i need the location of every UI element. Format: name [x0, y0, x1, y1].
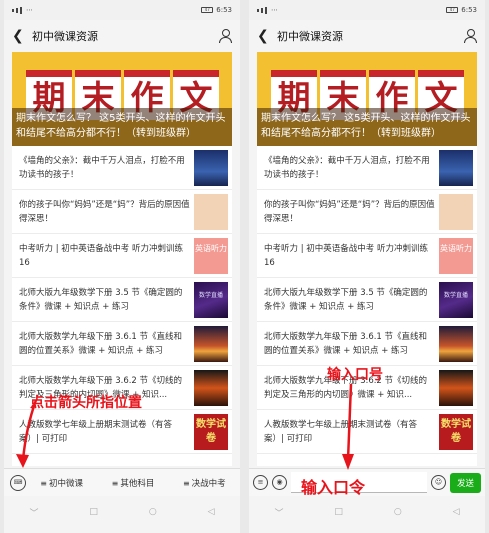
- list-item[interactable]: 你的孩子叫你“妈妈”还是“妈”？背后的原因值得深思！: [12, 190, 232, 234]
- item-title: 你的孩子叫你“妈妈”还是“妈”？背后的原因值得深思！: [19, 199, 190, 224]
- nav-down-icon[interactable]: ﹀: [29, 506, 38, 519]
- nav-home-icon[interactable]: ○: [149, 507, 157, 517]
- menu-icon: ≡: [182, 478, 190, 488]
- banner-article[interactable]: 期 末 作 文 期末作文怎么写？ 这5类开头、这样的作文开头和结尾不给高分都不行…: [12, 52, 232, 146]
- item-title: 中考听力 | 初中英语备战中考 听力冲刺训练 16: [19, 243, 183, 268]
- back-arrow-icon[interactable]: ❮: [257, 28, 271, 44]
- input-bar: ≡ ◉ ☺ 发送: [249, 468, 485, 496]
- thumbnail: [194, 149, 228, 186]
- item-title: 中考听力 | 初中英语备战中考 听力冲刺训练 16: [264, 243, 428, 268]
- item-title: 人教版数学七年级上册期末测试卷（有答案）| 可打印: [19, 419, 173, 444]
- menu-icon: ≡: [111, 478, 119, 488]
- menu-item-1[interactable]: ≡ 初中微课: [26, 477, 97, 489]
- android-nav-bar: ﹀ □ ○ ◁: [4, 500, 240, 524]
- nav-back-icon[interactable]: ◁: [453, 507, 460, 517]
- item-title: 《墙角的父亲》：截中千万人泪点，打脸不用功读书的孩子！: [19, 155, 185, 180]
- send-button[interactable]: 发送: [449, 472, 481, 493]
- phone-screen-left: ⋯ 47 6:53 ❮ 初中微课资源 期 末 作 文 期末作文怎么写？ 这5类开…: [4, 0, 240, 533]
- thumbnail: 数学直播: [439, 281, 473, 318]
- list-item[interactable]: 《墙角的父亲》：截中千万人泪点，打脸不用功读书的孩子！: [257, 146, 477, 190]
- battery-icon: 47: [446, 7, 459, 13]
- battery-icon: 47: [201, 7, 214, 13]
- banner-title: 期末作文怎么写？ 这5类开头、这样的作文开头和结尾不给高分都不行！（转到班级群）: [16, 113, 226, 139]
- banner-article[interactable]: 期 末 作 文 期末作文怎么写？ 这5类开头、这样的作文开头和结尾不给高分都不行…: [257, 52, 477, 146]
- annotation-text: 点击箭头所指位置: [30, 395, 142, 411]
- item-title: 北师大版数学九年级下册 3.6.1 节《直线和圆的位置关系》微课 + 知识点 +…: [19, 331, 183, 356]
- list-item[interactable]: 北师大版九年级数学下册 3.5 节《确定圆的条件》微课 + 知识点 + 练习 数…: [257, 278, 477, 322]
- thumbnail: 数学试卷: [439, 413, 473, 450]
- back-arrow-icon[interactable]: ❮: [12, 28, 26, 44]
- annotation-text-top: 输入口号: [327, 367, 383, 383]
- android-nav-bar: ﹀ □ ○ ◁: [249, 500, 485, 524]
- nav-home-icon[interactable]: ○: [394, 507, 402, 517]
- list-item[interactable]: 人教版数学七年级上册期末测试卷（有答案）| 可打印 数学试卷: [257, 410, 477, 454]
- menu-item-2[interactable]: ≡ 其他科目: [97, 477, 168, 489]
- status-time: 6:53: [461, 6, 477, 14]
- list-item[interactable]: 北师大版数学九年级下册 3.6.1 节《直线和圆的位置关系》微课 + 知识点 +…: [257, 322, 477, 366]
- thumbnail: 英语听力: [194, 237, 228, 274]
- thumbnail: [194, 369, 228, 406]
- voice-icon[interactable]: ◉: [272, 475, 287, 490]
- item-title: 北师大版九年级数学下册 3.5 节《确定圆的条件》微课 + 知识点 + 练习: [264, 287, 428, 312]
- list-item[interactable]: 《墙角的父亲》：截中千万人泪点，打脸不用功读书的孩子！: [12, 146, 232, 190]
- item-title: 你的孩子叫你“妈妈”还是“妈”？背后的原因值得深思！: [264, 199, 435, 224]
- bottom-menu-bar: ⌨ ≡ 初中微课 ≡ 其他科目 ≡ 决战中考: [4, 468, 240, 496]
- nav-square-icon[interactable]: □: [89, 507, 98, 517]
- list-item[interactable]: 人教版数学七年级上册期末测试卷（有答案）| 可打印 数学试卷: [12, 410, 232, 454]
- title-bar: ❮ 初中微课资源: [4, 20, 240, 52]
- nav-back-icon[interactable]: ◁: [208, 507, 215, 517]
- list-item[interactable]: 北师大版九年级数学下册 3.5 节《确定圆的条件》微课 + 知识点 + 练习 数…: [12, 278, 232, 322]
- thumbnail: [194, 193, 228, 230]
- thumbnail: 数学直播: [194, 281, 228, 318]
- list-item[interactable]: 北师大版数学九年级下册 3.6.1 节《直线和圆的位置关系》微课 + 知识点 +…: [12, 322, 232, 366]
- profile-icon[interactable]: [463, 29, 477, 43]
- keyboard-toggle-icon[interactable]: ⌨: [10, 474, 26, 491]
- banner-title: 期末作文怎么写？ 这5类开头、这样的作文开头和结尾不给高分都不行！（转到班级群）: [261, 113, 471, 139]
- profile-icon[interactable]: [218, 29, 232, 43]
- signal-icon: ⋯: [12, 6, 33, 14]
- nav-down-icon[interactable]: ﹀: [274, 506, 283, 519]
- page-title: 初中微课资源: [32, 30, 98, 43]
- status-time: 6:53: [216, 6, 232, 14]
- annotation-text-bottom: 输入口令: [301, 478, 366, 497]
- list-item[interactable]: 你的孩子叫你“妈妈”还是“妈”？背后的原因值得深思！: [257, 190, 477, 234]
- item-title: 北师大版数学九年级下册 3.6.1 节《直线和圆的位置关系》微课 + 知识点 +…: [264, 331, 428, 356]
- article-card: 期 末 作 文 期末作文怎么写？ 这5类开头、这样的作文开头和结尾不给高分都不行…: [257, 52, 477, 466]
- thumbnail: [194, 325, 228, 362]
- thumbnail: [439, 149, 473, 186]
- annotation-arrow-icon: [16, 399, 38, 468]
- thumbnail: 英语听力: [439, 237, 473, 274]
- phone-screen-right: ⋯ 47 6:53 ❮ 初中微课资源 期 末 作 文 期末作文怎么写？ 这5类开…: [249, 0, 485, 533]
- signal-icon: ⋯: [257, 6, 278, 14]
- item-title: 北师大版九年级数学下册 3.5 节《确定圆的条件》微课 + 知识点 + 练习: [19, 287, 183, 312]
- menu-icon: ≡: [40, 478, 47, 488]
- menu-toggle-icon[interactable]: ≡: [253, 475, 268, 490]
- list-item[interactable]: 中考听力 | 初中英语备战中考 听力冲刺训练 16 英语听力: [257, 234, 477, 278]
- nav-square-icon[interactable]: □: [334, 507, 343, 517]
- thumbnail: [439, 325, 473, 362]
- status-bar: ⋯ 47 6:53: [249, 0, 485, 20]
- page-title: 初中微课资源: [277, 30, 343, 43]
- thumbnail: [439, 369, 473, 406]
- emoji-icon[interactable]: ☺: [430, 475, 446, 490]
- thumbnail: 数学试卷: [194, 413, 228, 450]
- thumbnail: [439, 193, 473, 230]
- list-item[interactable]: 中考听力 | 初中英语备战中考 听力冲刺训练 16 英语听力: [12, 234, 232, 278]
- title-bar: ❮ 初中微课资源: [249, 20, 485, 52]
- annotation-arrow-icon: [342, 383, 354, 470]
- menu-item-3[interactable]: ≡ 决战中考: [169, 477, 240, 489]
- status-bar: ⋯ 47 6:53: [4, 0, 240, 20]
- item-title: 《墙角的父亲》：截中千万人泪点，打脸不用功读书的孩子！: [264, 155, 430, 180]
